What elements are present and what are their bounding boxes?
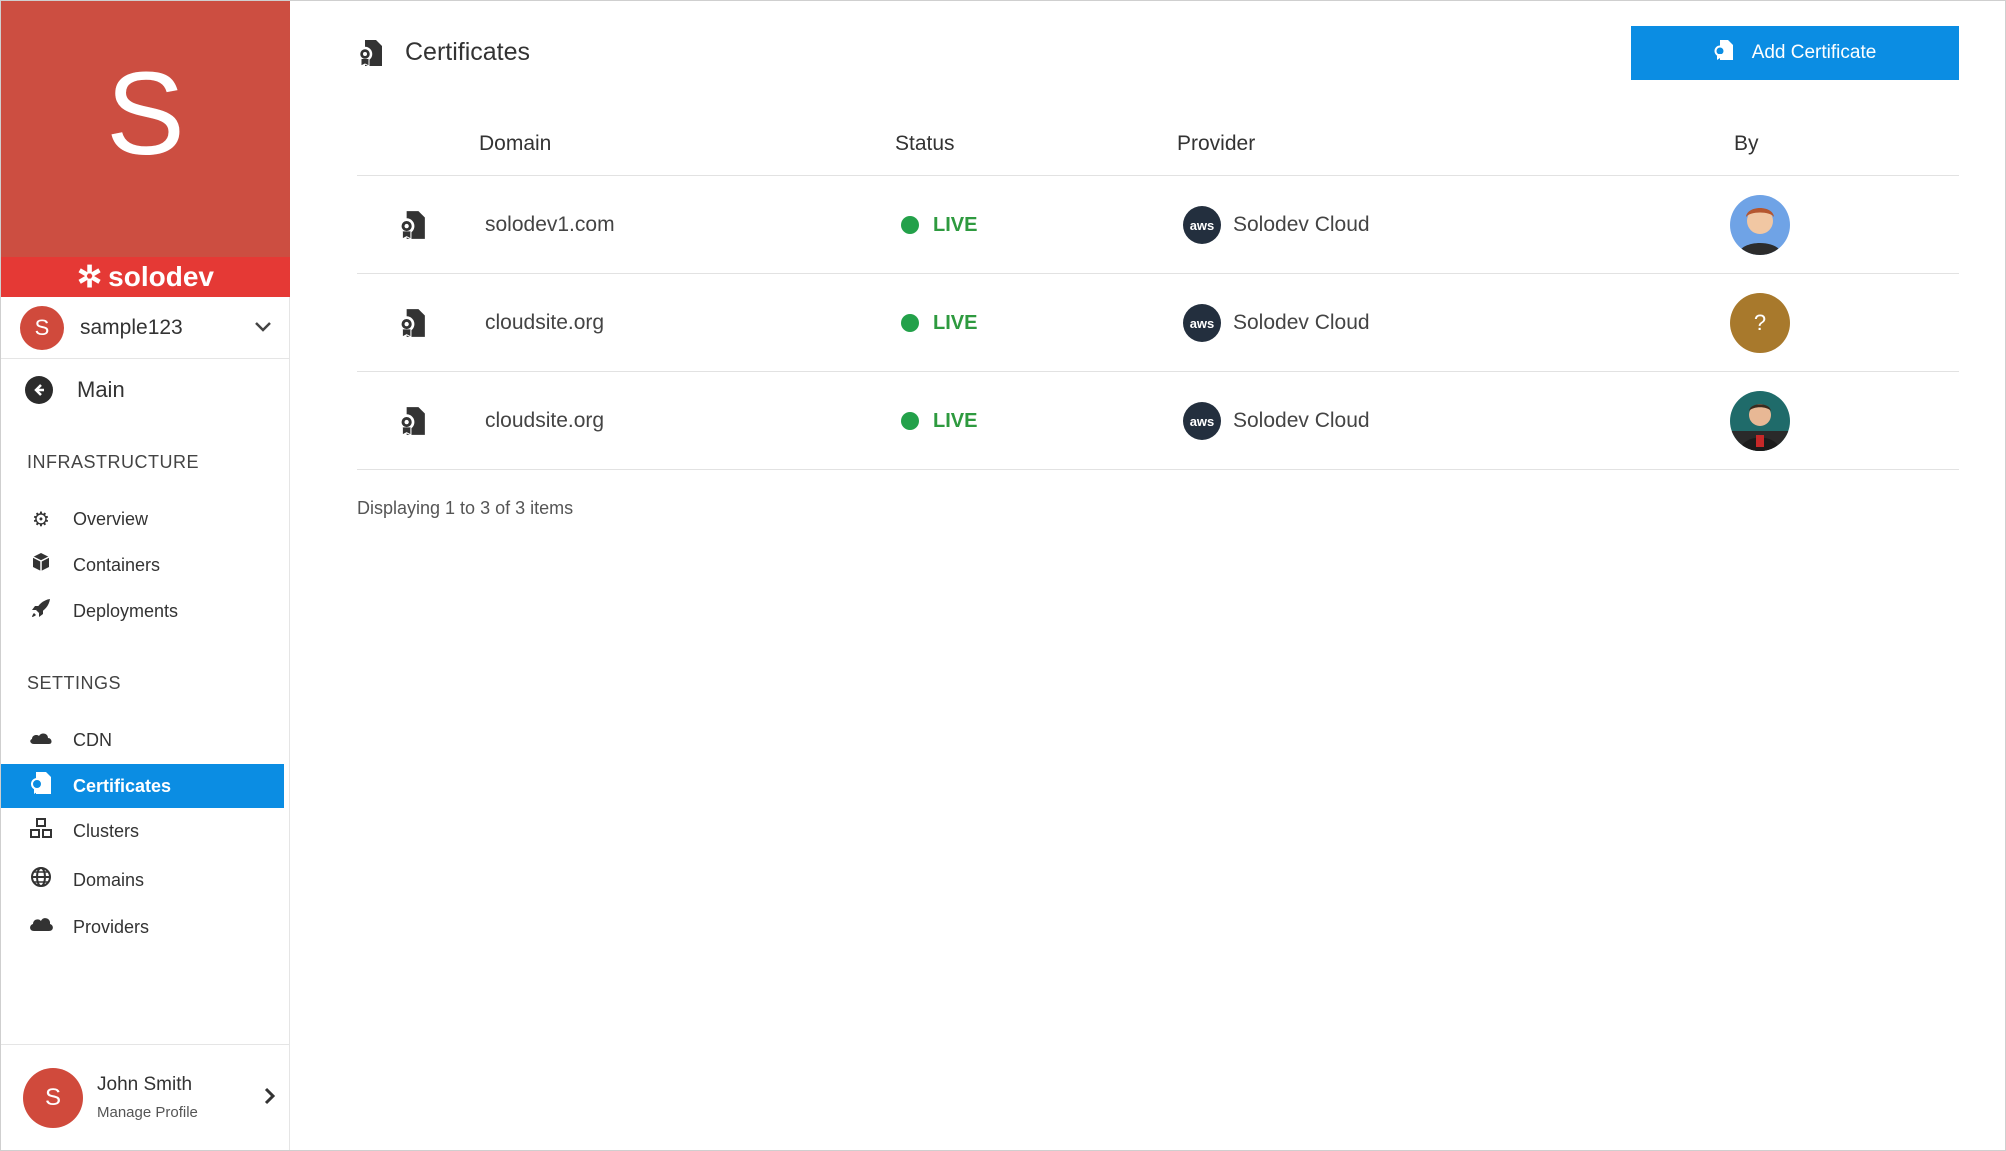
gears-icon: ⚙ (32, 508, 50, 531)
cube-icon (27, 551, 55, 579)
column-header-status[interactable]: Status (895, 132, 955, 156)
table-row[interactable]: solodev1.com LIVE aws Solodev Cloud (357, 176, 1959, 274)
live-status-dot (901, 216, 919, 234)
domain-cell[interactable]: cloudsite.org (485, 372, 604, 470)
profile-panel[interactable]: S John Smith Manage Profile (1, 1044, 290, 1150)
add-certificate-button[interactable]: Add Certificate (1631, 26, 1959, 80)
brand-logo-text: solodev (108, 261, 214, 292)
sidebar-item-label: Domains (73, 869, 145, 890)
pagination-summary: Displaying 1 to 3 of 3 items (357, 498, 574, 518)
manage-profile-link[interactable]: Manage Profile (97, 1104, 198, 1121)
status-badge: LIVE (901, 274, 977, 372)
user-avatar[interactable] (1730, 391, 1790, 451)
column-header-by[interactable]: By (1734, 132, 1759, 156)
nav-main-link[interactable]: Main (25, 376, 125, 404)
sidebar-item-overview[interactable]: ⚙ Overview (1, 497, 284, 541)
provider-cell: aws Solodev Cloud (1183, 176, 1370, 274)
column-header-provider[interactable]: Provider (1177, 132, 1255, 156)
section-infrastructure: INFRASTRUCTURE (27, 452, 199, 472)
by-cell (1730, 372, 1790, 470)
chevron-down-icon (254, 316, 272, 339)
sidebar-item-clusters[interactable]: Clusters (1, 809, 284, 853)
page-title: Certificates (405, 38, 531, 66)
sidebar-item-certificates[interactable]: Certificates (1, 764, 284, 808)
aws-icon: aws (1183, 402, 1221, 440)
sidebar-item-providers[interactable]: Providers (1, 905, 284, 949)
provider-name: Solodev Cloud (1233, 213, 1370, 236)
nav-main-label: Main (77, 377, 125, 402)
sidebar-item-cdn[interactable]: CDN (1, 718, 284, 762)
sidebar-item-label: Overview (73, 508, 149, 529)
main-content: Certificates Add Certificate Domain Stat… (291, 0, 2005, 1151)
unknown-user-avatar[interactable]: ? (1730, 293, 1790, 353)
sidebar-item-label: Clusters (73, 820, 140, 841)
globe-icon (27, 866, 55, 894)
sidebar-item-label: Certificates (73, 775, 172, 796)
certificate-icon (27, 771, 55, 801)
account-switcher[interactable]: S sample123 (1, 297, 290, 359)
provider-cell: aws Solodev Cloud (1183, 274, 1370, 372)
profile-name: John Smith (97, 1074, 193, 1095)
provider-name: Solodev Cloud (1233, 311, 1370, 334)
user-avatar[interactable] (1730, 195, 1790, 255)
cloud-icon (27, 915, 55, 939)
sidebar-item-containers[interactable]: Containers (1, 543, 284, 587)
provider-cell: aws Solodev Cloud (1183, 372, 1370, 470)
certificate-icon (1714, 39, 1734, 67)
sidebar-item-label: Deployments (73, 600, 179, 621)
sidebar-item-deployments[interactable]: Deployments (1, 589, 284, 633)
provider-name: Solodev Cloud (1233, 409, 1370, 432)
add-certificate-label: Add Certificate (1751, 42, 1877, 63)
column-header-domain[interactable]: Domain (479, 132, 551, 156)
table-header: Domain Status Provider By (357, 118, 1959, 176)
certificates-table: Domain Status Provider By solodev1.com L… (357, 118, 1959, 470)
brand-logo[interactable]: ✲ solodev (1, 257, 290, 297)
domain-cell[interactable]: solodev1.com (485, 176, 615, 274)
account-avatar: S (20, 305, 64, 350)
sidebar-item-label: CDN (73, 729, 112, 750)
sidebar-item-domains[interactable]: Domains (1, 858, 284, 902)
account-name: sample123 (80, 315, 183, 339)
rocket-icon (27, 597, 55, 625)
brand-block: S ✲ solodev (1, 1, 290, 297)
sidebar-item-label: Providers (73, 916, 150, 937)
certificate-icon (357, 39, 383, 67)
chevron-right-icon (264, 1085, 276, 1111)
sidebar: S ✲ solodev S sample123 Main INFRASTRUCT… (1, 1, 290, 1150)
sidebar-item-label: Containers (73, 554, 161, 575)
cloud-icon (27, 729, 55, 752)
solodev-logo-icon: ✲ (77, 260, 103, 294)
status-text: LIVE (933, 311, 978, 334)
cubes-icon (27, 817, 55, 845)
profile-avatar: S (23, 1067, 83, 1128)
status-text: LIVE (933, 213, 978, 236)
certificate-icon (397, 176, 427, 274)
section-settings: SETTINGS (27, 673, 122, 693)
by-cell (1730, 176, 1790, 274)
status-badge: LIVE (901, 372, 977, 470)
arrow-left-circle-icon (25, 376, 53, 404)
domain-cell[interactable]: cloudsite.org (485, 274, 604, 372)
by-cell: ? (1730, 274, 1790, 372)
aws-icon: aws (1183, 206, 1221, 244)
table-row[interactable]: cloudsite.org LIVE aws Solodev Cloud ? (357, 274, 1959, 372)
certificate-icon (397, 274, 427, 372)
live-status-dot (901, 412, 919, 430)
status-text: LIVE (933, 409, 978, 432)
page-header: Certificates (357, 38, 530, 67)
aws-icon: aws (1183, 304, 1221, 342)
live-status-dot (901, 314, 919, 332)
brand-letter: S (106, 48, 185, 180)
certificate-icon (397, 372, 427, 470)
status-badge: LIVE (901, 176, 977, 274)
table-row[interactable]: cloudsite.org LIVE aws Solodev Cloud (357, 372, 1959, 470)
